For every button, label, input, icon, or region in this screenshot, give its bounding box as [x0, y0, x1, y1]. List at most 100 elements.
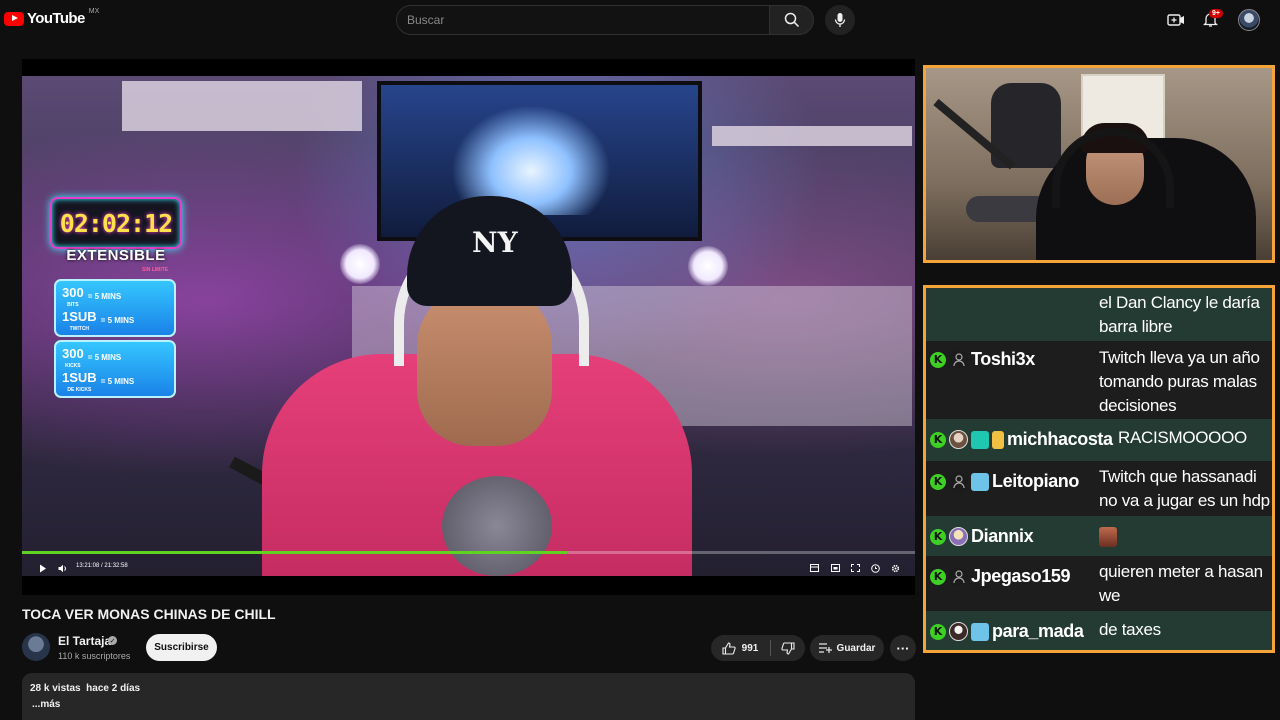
youtube-play-icon: [4, 11, 24, 26]
chat-message: K Toshi3x Twitch lleva ya un año tomando…: [926, 341, 1272, 419]
rate-row: 1SUB DE KICKS = 5 MINS: [62, 369, 168, 393]
more-actions-button[interactable]: ···: [890, 635, 916, 661]
video-frame: NY 02:02:12 EXTENSIBLE SIN LIMITE 300 BIT…: [22, 76, 915, 576]
subathon-timer: 02:02:12: [50, 197, 182, 249]
lamp-light: [340, 244, 380, 284]
subscriber-count: 110 k suscriptores: [58, 651, 131, 661]
gift-badge-icon: [992, 430, 1004, 449]
chat-username[interactable]: michhacosta: [1007, 429, 1113, 450]
like-dislike-group: 991: [711, 635, 805, 661]
more-dots-icon: ···: [896, 640, 910, 656]
progress-bar[interactable]: [22, 551, 915, 554]
playlist-add-icon: [818, 643, 832, 653]
chat-message-text: el Dan Clancy le daría barra libre: [1099, 293, 1260, 336]
chat-username[interactable]: Jpegaso159: [971, 566, 1070, 587]
rate-amount: 1SUB: [62, 309, 97, 324]
progress-fill: [22, 551, 567, 554]
notification-count-badge: 9+: [1209, 9, 1223, 18]
kick-badge-icon: K: [930, 528, 946, 545]
volume-icon: [58, 564, 66, 572]
miniplayer-button[interactable]: [828, 561, 842, 575]
settings-button[interactable]: [888, 561, 902, 575]
description-box[interactable]: 28 k vistas hace 2 días ...más: [22, 673, 915, 720]
twitch-rates-panel: 300 BITS = 5 MINS 1SUB TWITCH = 5 MINS: [54, 279, 176, 337]
search-box[interactable]: [396, 5, 770, 35]
emote-icon: [1099, 526, 1117, 547]
chat-message-text: Twitch que hassanadi no va a jugar es un…: [1099, 467, 1270, 510]
save-button[interactable]: Guardar: [810, 635, 884, 661]
chat-username[interactable]: para_mada: [992, 621, 1084, 642]
streamer-webcam: [923, 65, 1275, 263]
dislike-button[interactable]: [772, 635, 804, 661]
user-avatar: [949, 527, 968, 546]
chat-message-text: [1099, 524, 1271, 548]
youtube-logo[interactable]: YouTube MX: [4, 8, 99, 27]
microphone-icon: [834, 13, 846, 27]
rate-unit: DE KICKS: [67, 387, 92, 393]
autoplay-button[interactable]: [868, 561, 882, 575]
chat-message: K Leitopiano Twitch que hassanadi no va …: [926, 461, 1272, 516]
voice-search-button[interactable]: [825, 5, 855, 35]
video-player[interactable]: NY 02:02:12 EXTENSIBLE SIN LIMITE 300 BIT…: [22, 59, 915, 595]
timer-text: 02:02:12: [59, 208, 173, 238]
video-create-icon: [1167, 14, 1184, 26]
divider: [770, 640, 771, 656]
show-more-link[interactable]: ...más: [32, 699, 60, 710]
logo-text: YouTube: [27, 10, 85, 27]
default-avatar-icon: [949, 567, 968, 586]
time-display: 13:21:08 / 21:32:58: [76, 563, 128, 569]
fullscreen-button[interactable]: [848, 561, 862, 575]
channel-name[interactable]: El Tartaja: [58, 634, 111, 648]
rate-amount: 300: [62, 346, 84, 361]
save-label: Guardar: [836, 642, 876, 654]
chat-username[interactable]: Diannix: [971, 526, 1034, 547]
play-button[interactable]: [36, 561, 50, 575]
channel-avatar[interactable]: [22, 633, 50, 661]
sin-limite-label: SIN LIMITE: [142, 267, 169, 273]
chat-username[interactable]: Toshi3x: [971, 349, 1035, 370]
thumbs-down-icon: [781, 641, 795, 655]
chapters-button[interactable]: [807, 561, 821, 575]
search-input[interactable]: [397, 6, 769, 34]
like-button[interactable]: 991: [711, 635, 769, 661]
chat-message-text: RACISMOOOOO: [1118, 428, 1247, 447]
rate-value: = 5 MINS: [87, 291, 122, 301]
account-avatar[interactable]: [1238, 9, 1260, 31]
search-button[interactable]: [770, 5, 814, 35]
subscriber-badge-icon: [971, 430, 989, 449]
chat-message: K michhacosta RACISMOOOOO: [926, 419, 1272, 461]
subscribe-button[interactable]: Suscribirse: [146, 634, 217, 661]
create-button[interactable]: [1164, 8, 1188, 32]
play-icon: [40, 564, 46, 572]
rate-row: 1SUB TWITCH = 5 MINS: [62, 308, 168, 332]
rate-amount: 1SUB: [62, 370, 97, 385]
fullscreen-icon: [850, 564, 860, 572]
chat-message: K Diannix: [926, 516, 1272, 556]
miniplayer-icon: [830, 564, 840, 572]
gear-icon: [891, 564, 899, 572]
user-avatar: [949, 622, 968, 641]
user-avatar: [949, 430, 968, 449]
kick-badge-icon: K: [930, 431, 946, 448]
chat-message-text: Twitch lleva ya un año tomando puras mal…: [1099, 348, 1260, 415]
chat-message: K para_mada de taxes: [926, 611, 1272, 650]
search-icon: [784, 12, 799, 28]
kick-badge-icon: K: [930, 623, 946, 640]
chat-message-text: de taxes: [1099, 620, 1161, 639]
extensible-label: EXTENSIBLE: [66, 247, 166, 264]
video-title: TOCA VER MONAS CHINAS DE CHILL: [22, 606, 276, 622]
chat-username[interactable]: Leitopiano: [992, 471, 1079, 492]
lamp-light: [688, 246, 728, 286]
chat-message-text: quieren meter a hasan we: [1099, 562, 1263, 605]
kick-badge-icon: K: [930, 568, 946, 585]
subscriber-badge-icon: [971, 622, 989, 641]
chat-message: K Jpegaso159 quieren meter a hasan we: [926, 556, 1272, 611]
rate-amount: 300: [62, 285, 84, 300]
rate-value: = 5 MINS: [100, 376, 135, 386]
kick-badge-icon: K: [930, 351, 946, 368]
player-controls: 13:21:08 / 21:32:58: [22, 557, 915, 579]
cap-logo: NY: [472, 226, 518, 259]
rate-value: = 5 MINS: [87, 352, 122, 362]
volume-button[interactable]: [56, 561, 70, 575]
thumbs-up-icon: [722, 641, 736, 655]
